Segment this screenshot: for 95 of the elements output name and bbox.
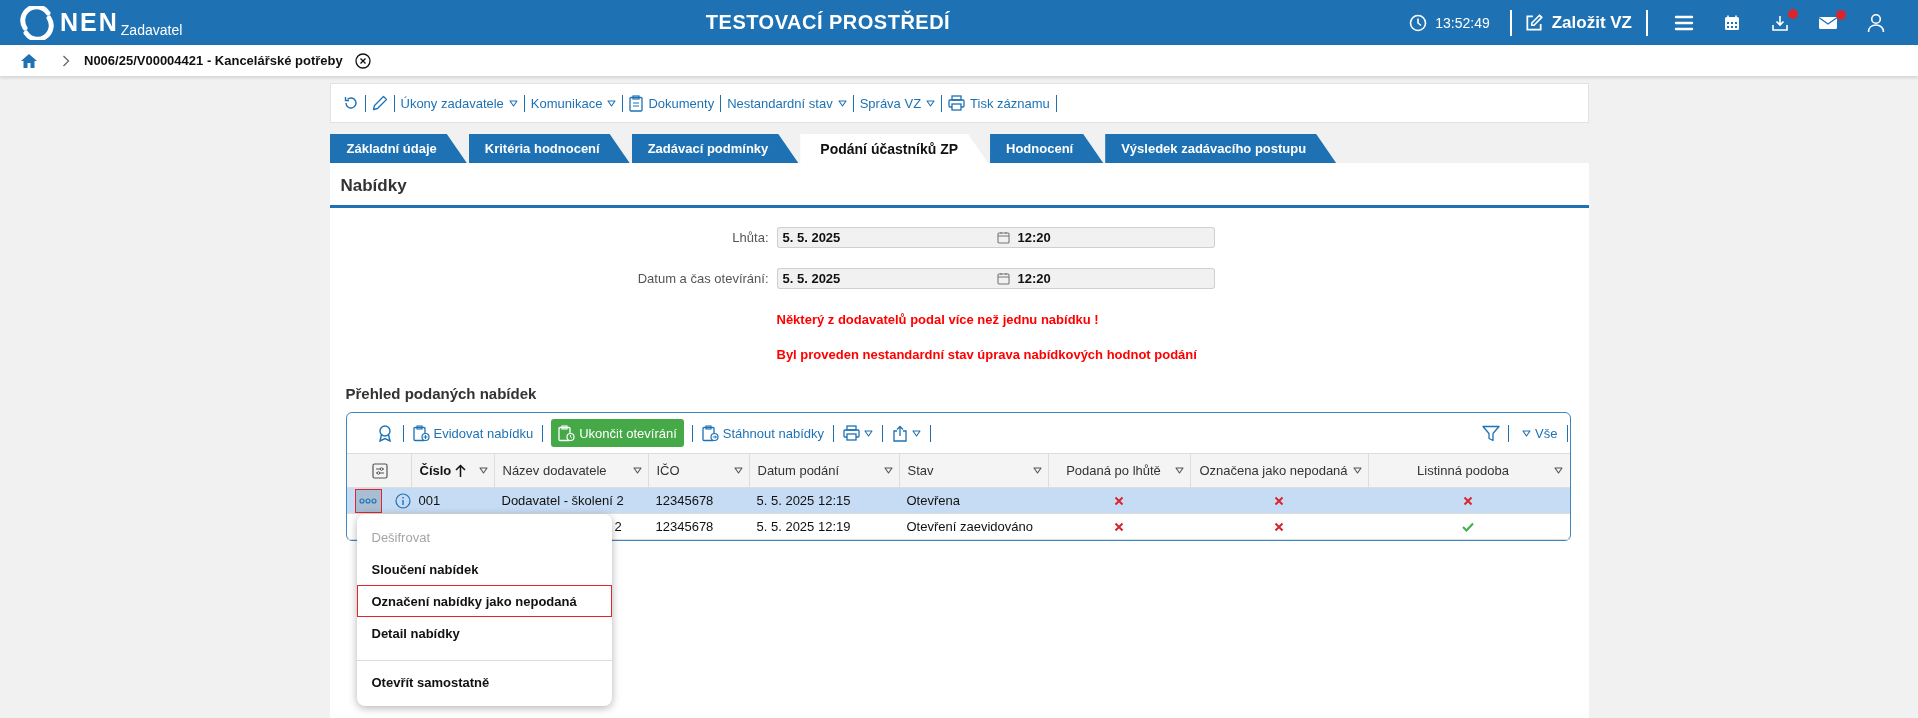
create-button[interactable]: Založit VZ: [1511, 12, 1646, 33]
record-title: N006/25/V00004421 - Kancelářské potřeby: [84, 53, 343, 68]
column-header[interactable]: Listinná podoba: [1376, 463, 1550, 478]
logo-subtitle: Zadavatel: [120, 21, 183, 38]
toolbar-button[interactable]: Tisk záznamu: [942, 95, 1056, 111]
download-icon[interactable]: [1771, 13, 1789, 32]
share-icon[interactable]: [892, 424, 908, 442]
column-filter-icon[interactable]: [733, 467, 743, 474]
column-filter-icon[interactable]: [632, 467, 642, 474]
tab[interactable]: Hodnocení: [990, 134, 1104, 163]
clipboard-clock-icon: [558, 424, 576, 442]
tab[interactable]: Základní údaje: [329, 134, 467, 163]
more-icon: [359, 497, 377, 504]
column-header[interactable]: Číslo: [419, 463, 452, 478]
column-filter-icon[interactable]: [1352, 467, 1362, 474]
column-settings-icon[interactable]: [371, 462, 388, 479]
caret-icon: [508, 99, 518, 107]
table-cell-text: 001: [417, 493, 442, 508]
table-cell-text: 5. 5. 2025 12:15: [755, 493, 852, 508]
section-title: Nabídky: [329, 163, 1589, 208]
date-field[interactable]: 5. 5. 2025: [776, 268, 997, 289]
mail-icon[interactable]: [1818, 14, 1838, 31]
calendar-icon[interactable]: [996, 272, 1010, 285]
register-icon: [412, 424, 430, 442]
table-cell-text: Otevřena: [905, 493, 961, 508]
column-filter-icon[interactable]: [1553, 467, 1563, 474]
tab[interactable]: Zadávací podmínky: [631, 134, 799, 163]
table-title: Přehled podaných nabídek: [345, 385, 538, 404]
toolbar-button[interactable]: Dokumenty: [623, 94, 721, 112]
tab[interactable]: Výsledek zadávacího postupu: [1105, 134, 1337, 163]
toolbar-button[interactable]: Nestandardní stav: [721, 95, 853, 111]
tab[interactable]: Kritéria hodnocení: [468, 134, 630, 163]
column-header[interactable]: Podaná po lhůtě: [1056, 463, 1171, 478]
time-field[interactable]: 12:20: [1009, 227, 1215, 248]
row-actions-button[interactable]: [354, 488, 382, 513]
caret-icon: [864, 429, 873, 437]
column-filter-icon[interactable]: [478, 467, 488, 474]
printer-icon: [843, 425, 860, 441]
refresh-icon[interactable]: [342, 95, 359, 111]
info-icon[interactable]: [394, 492, 411, 509]
column-filter-icon[interactable]: [1032, 467, 1042, 474]
calendar-icon[interactable]: [1723, 13, 1741, 32]
toolbar-button[interactable]: Správa VZ: [853, 95, 942, 111]
time-field[interactable]: 12:20: [1009, 268, 1215, 289]
caret-icon: [1522, 429, 1532, 437]
logo-icon: [20, 5, 54, 40]
column-filter-icon[interactable]: [1174, 467, 1184, 474]
logo-text: NEN: [60, 8, 119, 37]
column-header[interactable]: Datum podání: [757, 463, 880, 478]
caret-icon: [607, 99, 617, 107]
menu-item[interactable]: Sloučení nabídek: [356, 553, 612, 585]
edit-icon: [1523, 12, 1544, 33]
column-header[interactable]: Stav: [907, 463, 1029, 478]
pencil-icon[interactable]: [371, 95, 388, 111]
caret-icon: [926, 99, 936, 107]
environment-title: TESTOVACÍ PROSTŘEDÍ: [705, 11, 951, 34]
clock-icon: [1409, 13, 1428, 32]
clipboard-icon: [629, 94, 644, 112]
table-cell-text: Dodavatel - školení 2: [500, 493, 625, 508]
chevron-icon: [62, 54, 70, 67]
table-cell-text: 2: [613, 519, 623, 534]
table-cell-text: Otevření zaevidováno: [905, 519, 1034, 534]
toolbar-button[interactable]: Stáhnout nabídky: [696, 419, 829, 447]
table-cell-text: 12345678: [654, 493, 715, 508]
toolbar-button[interactable]: Evidovat nabídku: [407, 419, 539, 447]
menu-item[interactable]: Otevřít samostatně: [356, 666, 612, 698]
home-icon[interactable]: [20, 52, 38, 69]
close-icon[interactable]: [354, 52, 371, 69]
sort-arrow-icon[interactable]: [455, 463, 467, 478]
menu-item[interactable]: Označení nabídky jako nepodaná: [356, 585, 612, 617]
printer-icon: [948, 95, 966, 111]
column-header[interactable]: Označena jako nepodaná: [1198, 463, 1349, 478]
clock-time: 13:52:49: [1435, 14, 1490, 31]
table-cell-text: 12345678: [654, 519, 715, 534]
field-label: Datum a čas otevírání:: [636, 271, 769, 286]
date-field[interactable]: 5. 5. 2025: [776, 227, 997, 248]
column-header[interactable]: Název dodavatele: [502, 463, 629, 478]
menu-item[interactable]: Detail nabídky: [356, 617, 612, 649]
user-icon[interactable]: [1867, 12, 1885, 33]
filter-icon[interactable]: [1482, 424, 1501, 442]
filter-all-button[interactable]: Vše: [1517, 419, 1563, 447]
menu-icon[interactable]: [1674, 13, 1694, 32]
caret-icon: [912, 429, 921, 437]
warning-message: Některý z dodavatelů podal více než jednu nabídku !: [776, 312, 1100, 327]
warning-message: Byl proveden nestandardní stav úprava nabídkových hodnot podání: [776, 347, 1198, 362]
toolbar-button[interactable]: Komunikace: [524, 95, 623, 111]
calendar-icon[interactable]: [996, 231, 1010, 244]
field-label: Lhůta:: [731, 230, 769, 245]
toolbar-button[interactable]: Úkony zadavatele: [394, 95, 524, 111]
tab[interactable]: Podání účastníků ZP: [800, 134, 989, 163]
clipboard-download-icon: [701, 424, 719, 442]
column-header[interactable]: IČO: [656, 463, 730, 478]
table-cell-text: 5. 5. 2025 12:19: [755, 519, 852, 534]
column-filter-icon[interactable]: [883, 467, 893, 474]
caret-icon: [837, 99, 847, 107]
